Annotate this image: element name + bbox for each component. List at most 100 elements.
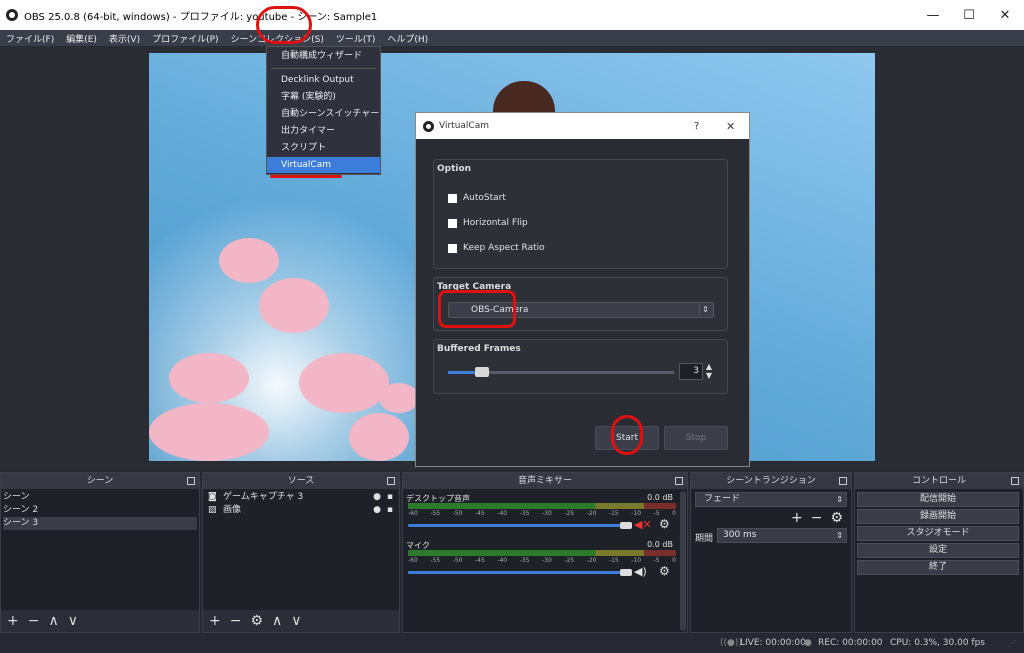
studio-mode-button[interactable]: スタジオモード [857, 526, 1019, 541]
add-icon[interactable]: + [7, 613, 19, 629]
remove-icon[interactable]: − [230, 613, 242, 629]
exit-button[interactable]: 終了 [857, 560, 1019, 575]
close-button[interactable]: ✕ [986, 0, 1024, 30]
tools-item-output-timer[interactable]: 出力タイマー [267, 123, 380, 139]
start-streaming-button[interactable]: 配信開始 [857, 492, 1019, 507]
meter-tick: -20 [586, 557, 597, 564]
dialog-help-button[interactable]: ? [694, 121, 699, 132]
volume-slider[interactable] [408, 522, 632, 529]
scene-item-selected[interactable]: シーン 3 [3, 517, 197, 530]
meter-tick: -5 [653, 510, 660, 517]
minimize-button[interactable]: — [914, 0, 952, 30]
controls-dock: コントロール 配信開始 録画開始 スタジオモード 設定 終了 [854, 472, 1024, 633]
volume-slider[interactable] [408, 569, 632, 576]
tools-item-scene-switcher[interactable]: 自動シーンスイッチャー [267, 106, 380, 122]
dialog-title: VirtualCam [439, 121, 489, 131]
buffered-frames-slider[interactable] [448, 367, 674, 377]
move-up-icon[interactable]: ∧ [272, 613, 282, 629]
gear-icon[interactable]: ⚙ [250, 613, 263, 629]
menu-separator [271, 68, 376, 69]
horizontal-flip-checkbox[interactable]: Horizontal Flip [448, 218, 528, 228]
speaker-icon[interactable]: ◀) [634, 565, 647, 578]
meter-tick: -30 [541, 510, 552, 517]
resize-grip-icon[interactable]: ⋰ [1008, 639, 1016, 648]
source-item[interactable]: ◙ ゲームキャプチャ 3 ● ▪ [205, 491, 397, 504]
lock-icon[interactable]: ▪ [387, 491, 393, 504]
add-icon[interactable]: + [791, 510, 803, 526]
preview-blossom [259, 278, 329, 333]
dialog-titlebar: VirtualCam ? ✕ [416, 113, 749, 139]
checkbox-box [448, 243, 457, 253]
menu-help[interactable]: ヘルプ(H) [381, 32, 434, 45]
gear-icon[interactable]: ⚙ [659, 564, 670, 578]
gear-icon[interactable]: ⚙ [830, 510, 843, 526]
move-down-icon[interactable]: ∨ [68, 613, 78, 629]
muted-speaker-icon[interactable]: ◀✕ [634, 518, 652, 531]
remove-icon[interactable]: − [811, 510, 823, 526]
preview-blossom [349, 413, 409, 461]
transition-select[interactable]: フェード ⇕ [695, 492, 847, 507]
tools-item-captions[interactable]: 字幕 (実験的) [267, 89, 380, 105]
move-down-icon[interactable]: ∨ [291, 613, 301, 629]
menu-view[interactable]: 表示(V) [103, 32, 146, 45]
updown-arrows-icon: ⇕ [699, 304, 711, 316]
tools-item-scripts[interactable]: スクリプト [267, 140, 380, 156]
meter-tick: -55 [430, 557, 441, 564]
scenes-toolbar: + − ∧ ∨ [1, 610, 199, 632]
spinbox-arrows-icon[interactable]: ▲ ▼ [703, 362, 715, 380]
option-group-label: Option [437, 164, 472, 174]
meter-tick: -45 [474, 557, 485, 564]
annotation-underline-virtualcam [270, 175, 342, 178]
maximize-button[interactable]: ☐ [950, 0, 988, 30]
undock-icon[interactable] [1011, 477, 1019, 485]
undock-icon[interactable] [387, 477, 395, 485]
menu-file[interactable]: ファイル(F) [0, 32, 60, 45]
rec-time: REC: 00:00:00 [818, 638, 883, 648]
undock-icon[interactable] [187, 477, 195, 485]
keep-aspect-ratio-checkbox[interactable]: Keep Aspect Ratio [448, 243, 545, 253]
eye-icon[interactable]: ● [373, 491, 381, 504]
buffered-frames-spinbox[interactable]: 3 [679, 363, 703, 380]
slider-handle[interactable] [620, 522, 632, 529]
scene-item[interactable]: シーン [3, 491, 197, 504]
move-up-icon[interactable]: ∧ [48, 613, 58, 629]
undock-icon[interactable] [839, 477, 847, 485]
lock-icon[interactable]: ▪ [387, 504, 393, 517]
tools-item-autoconfig[interactable]: 自動構成ウィザード [267, 48, 380, 64]
meter-tick: -60 [408, 510, 418, 517]
add-icon[interactable]: + [209, 613, 221, 629]
tools-item-decklink[interactable]: Decklink Output [267, 72, 380, 88]
settings-button[interactable]: 設定 [857, 543, 1019, 558]
meter-tick: -60 [408, 557, 418, 564]
meter-tick: -50 [452, 510, 463, 517]
gear-icon[interactable]: ⚙ [659, 517, 670, 531]
remove-icon[interactable]: − [28, 613, 40, 629]
duration-spinbox[interactable]: 300 ms ⇕ [717, 528, 847, 543]
tools-item-virtualcam[interactable]: VirtualCam [267, 157, 380, 173]
mixer-scrollbar[interactable] [680, 491, 686, 631]
eye-icon[interactable]: ● [373, 504, 381, 517]
scenes-list: シーン シーン 2 シーン 3 [1, 489, 199, 611]
undock-icon[interactable] [675, 477, 683, 485]
slider-handle[interactable] [620, 569, 632, 576]
scenes-dock-title: シーン [86, 476, 114, 486]
stop-button[interactable]: Stop [664, 426, 728, 450]
scene-item[interactable]: シーン 2 [3, 504, 197, 517]
meter-tick: -10 [631, 557, 642, 564]
start-recording-button[interactable]: 録画開始 [857, 509, 1019, 524]
menu-bar: ファイル(F) 編集(E) 表示(V) プロファイル(P) シーンコレクション(… [0, 30, 1024, 46]
transitions-dock-header: シーントランジション [691, 473, 851, 489]
dialog-close-button[interactable]: ✕ [726, 120, 735, 133]
volume-meter [408, 503, 676, 509]
status-bar: ((●)) LIVE: 00:00:00 ● REC: 00:00:00 CPU… [0, 633, 1024, 653]
meter-tick: -15 [608, 510, 619, 517]
controls-body: 配信開始 録画開始 スタジオモード 設定 終了 [855, 489, 1023, 611]
buffered-frames-label: Buffered Frames [437, 344, 521, 354]
menu-edit[interactable]: 編集(E) [60, 32, 103, 45]
autostart-checkbox[interactable]: AutoStart [448, 193, 506, 203]
slider-handle[interactable] [475, 367, 489, 377]
menu-tools[interactable]: ツール(T) [330, 32, 382, 45]
audio-mixer-dock: 音声ミキサー デスクトップ音声 0.0 dB -60 -55 -50 -45 -40 -3… [402, 472, 688, 633]
menu-profile[interactable]: プロファイル(P) [146, 32, 224, 45]
source-item[interactable]: ▨ 画像 ● ▪ [205, 504, 397, 517]
